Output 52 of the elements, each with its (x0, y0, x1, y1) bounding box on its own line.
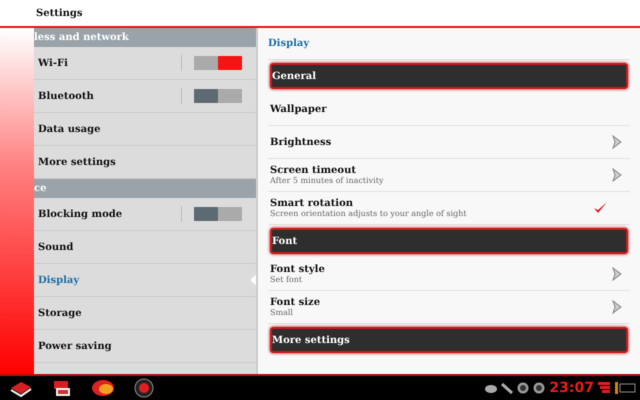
chevron-right-icon (612, 135, 622, 149)
menu-item-label: More settings (38, 156, 116, 168)
toggle-switch[interactable] (194, 56, 242, 70)
settings-row[interactable]: Font size Small (268, 291, 630, 324)
window-title: Settings (36, 8, 83, 18)
menu-item-label: Wi-Fi (38, 58, 68, 68)
setting-label: Font style (270, 264, 326, 275)
menu-item-label: Storage (38, 308, 82, 318)
menu-item-label: Sound (38, 242, 74, 252)
setting-label: Smart rotation (270, 198, 354, 209)
chevron-right-icon (612, 168, 622, 182)
setting-description: Small (270, 308, 294, 317)
settings-row[interactable]: Smart rotation Screen orientation adjusts to your angle of sight (268, 192, 630, 225)
settings-row[interactable]: Brightness (268, 126, 630, 159)
section-header: ce (34, 179, 256, 198)
toggle-switch[interactable] (194, 207, 242, 221)
menu-item[interactable]: Wi-Fi (34, 47, 256, 80)
category-header: Font (270, 228, 628, 254)
category-header: General (270, 63, 628, 89)
settings-row[interactable]: Font style Set font (268, 258, 630, 291)
settings-row[interactable]: Screen timeout After 5 minutes of inactivity (268, 159, 630, 192)
menu-item[interactable]: Power saving (34, 330, 256, 363)
chevron-right-icon (612, 267, 622, 281)
setting-label: Font size (270, 297, 322, 308)
setting-label: Brightness (270, 136, 332, 148)
menu-item-label: Display (38, 274, 80, 286)
setting-description: Set font (270, 275, 304, 284)
clock: 23:07 (549, 380, 594, 396)
menu-item[interactable]: Blocking mode (34, 198, 256, 231)
cloud-icon (485, 383, 498, 393)
page-heading: Display (268, 28, 630, 60)
chevron-right-icon (612, 300, 622, 314)
menu-item-label: Blocking mode (38, 208, 122, 220)
setting-description: Screen orientation adjusts to your angle of sight (270, 209, 468, 218)
section-header: less and network (34, 28, 256, 47)
menu-item[interactable]: Storage (34, 297, 256, 330)
setting-description: After 5 minutes of inactivity (270, 176, 384, 185)
menu-item[interactable]: Data usage (34, 113, 256, 146)
menu-item-label: Power saving (38, 340, 112, 352)
signal-icon (598, 381, 610, 395)
menu-item-label: Bluetooth (38, 90, 94, 102)
setting-label: Screen timeout (270, 165, 357, 176)
toggle-switch[interactable] (194, 89, 242, 103)
settings-row[interactable]: Wallpaper (268, 93, 630, 126)
notification-icon (533, 382, 546, 394)
menu-item-label: Data usage (38, 124, 100, 134)
menu-item[interactable]: Bluetooth (34, 80, 256, 113)
notification-icon (517, 382, 530, 394)
category-header: More settings (270, 327, 628, 353)
colorful-orb-icon[interactable] (90, 378, 116, 398)
menu-item[interactable]: Sound (34, 231, 256, 264)
setting-label: Wallpaper (270, 104, 328, 114)
